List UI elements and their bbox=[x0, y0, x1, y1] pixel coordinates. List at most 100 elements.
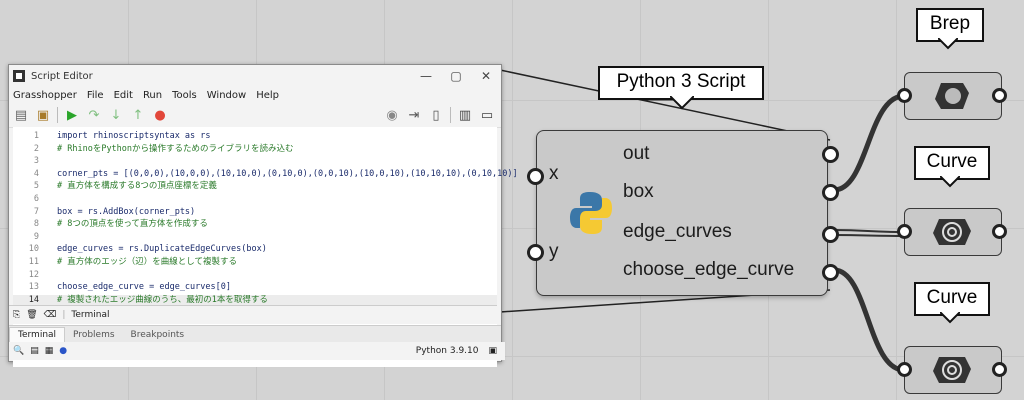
code-line[interactable]: 8 # 8つの頂点を使って直方体を作成する bbox=[13, 219, 497, 230]
curve-input-port[interactable] bbox=[897, 224, 912, 239]
line-number: 5 bbox=[33, 181, 39, 192]
script-editor-window[interactable]: Script Editor — ▢ ✕ Grasshopper File Edi… bbox=[8, 64, 518, 367]
code-text: # 8つの頂点を使って直方体を作成する bbox=[57, 219, 208, 230]
export-icon[interactable]: ▦ bbox=[45, 346, 54, 356]
menu-run[interactable]: Run bbox=[143, 90, 162, 101]
tab-breakpoints[interactable]: Breakpoints bbox=[123, 328, 193, 342]
callout-pointer bbox=[670, 96, 694, 110]
line-number: 7 bbox=[33, 206, 39, 217]
curve-icon bbox=[933, 357, 971, 383]
run-icon[interactable]: ▶ bbox=[64, 107, 80, 123]
code-text: choose_edge_curve = edge_curves[0] bbox=[57, 282, 231, 293]
code-line[interactable]: 9 bbox=[13, 232, 497, 243]
menu-file[interactable]: File bbox=[87, 90, 104, 101]
output-edge-curves-port[interactable] bbox=[822, 226, 839, 243]
input-x-port[interactable] bbox=[527, 168, 544, 185]
tab-terminal[interactable]: Terminal bbox=[9, 327, 66, 342]
line-number: 1 bbox=[33, 131, 39, 141]
code-line[interactable]: 7 box = rs.AddBox(corner_pts) bbox=[13, 207, 497, 218]
code-line[interactable]: 13 choose_edge_curve = edge_curves[0] bbox=[13, 282, 497, 293]
toolbar-divider bbox=[57, 107, 58, 123]
curve-param-component[interactable] bbox=[904, 346, 1002, 394]
brep-output-port[interactable] bbox=[992, 88, 1007, 103]
code-text: edge_curves = rs.DuplicateEdgeCurves(box… bbox=[57, 244, 267, 255]
curve-label: Curve bbox=[926, 151, 978, 172]
output-out-port[interactable] bbox=[822, 146, 839, 163]
line-number: 9 bbox=[33, 231, 39, 242]
curve-input-port[interactable] bbox=[897, 362, 912, 377]
trash-icon[interactable]: 🗑 bbox=[26, 310, 37, 320]
terminal-bar: ⎘ 🗑 ⌫ | Terminal bbox=[9, 305, 497, 324]
code-text: # 直方体を構成する8つの頂点座標を定義 bbox=[57, 181, 217, 192]
input-y-port[interactable] bbox=[527, 244, 544, 261]
menu-tools[interactable]: Tools bbox=[172, 90, 197, 101]
brep-param-component[interactable] bbox=[904, 72, 1002, 120]
preview-icon[interactable]: ◉ bbox=[384, 107, 400, 123]
output-box-port[interactable] bbox=[822, 184, 839, 201]
callout-pointer bbox=[940, 176, 960, 188]
brep-icon bbox=[935, 83, 969, 109]
minimize-button[interactable]: — bbox=[411, 69, 441, 83]
code-text: # 直方体のエッジ（辺）を曲線として複製する bbox=[57, 257, 237, 267]
sidebar-toggle-icon[interactable]: ▥ bbox=[457, 107, 473, 123]
shrink-icon[interactable]: ⇥ bbox=[406, 107, 422, 123]
code-line[interactable]: 6 bbox=[13, 194, 497, 205]
package-icon[interactable]: ▣ bbox=[35, 107, 51, 123]
stop-icon[interactable]: ● bbox=[152, 107, 168, 123]
tab-problems[interactable]: Problems bbox=[65, 328, 122, 342]
step-out-icon[interactable]: ↑ bbox=[130, 107, 146, 123]
python-logo-icon bbox=[570, 192, 612, 234]
code-line[interactable]: 2 # RhinoをPythonから操作するためのライブラリを読み込む bbox=[13, 144, 497, 155]
step-into-icon[interactable]: ↓ bbox=[108, 107, 124, 123]
panel-toggle-icon[interactable]: ▭ bbox=[479, 107, 495, 123]
curve-output-port[interactable] bbox=[992, 224, 1007, 239]
toolbar-divider bbox=[450, 107, 451, 123]
line-number: 13 bbox=[28, 282, 39, 293]
step-over-icon[interactable]: ↷ bbox=[86, 107, 102, 123]
search-icon[interactable]: 🔍 bbox=[13, 346, 24, 356]
curve-callout: Curve bbox=[914, 146, 990, 180]
code-line[interactable]: 11 # 直方体のエッジ（辺）を曲線として複製する bbox=[13, 257, 497, 268]
code-line[interactable]: 5 # 直方体を構成する8つの頂点座標を定義 bbox=[13, 181, 497, 192]
save-icon[interactable]: ▤ bbox=[13, 107, 29, 123]
maximize-button[interactable]: ▢ bbox=[441, 69, 471, 83]
terminal-label: Terminal bbox=[71, 310, 110, 320]
code-line[interactable]: 10 edge_curves = rs.DuplicateEdgeCurves(b… bbox=[13, 244, 497, 255]
menu-grasshopper[interactable]: Grasshopper bbox=[13, 90, 77, 101]
line-number: 6 bbox=[33, 194, 39, 204]
code-text: corner_pts = [(0,0,0),(10,0,0),(10,10,0)… bbox=[57, 168, 518, 179]
curve-output-port[interactable] bbox=[992, 362, 1007, 377]
curve-icon bbox=[933, 219, 971, 245]
title-bar[interactable]: Script Editor — ▢ ✕ bbox=[9, 65, 501, 87]
code-text: # RhinoをPythonから操作するためのライブラリを読み込む bbox=[57, 143, 294, 154]
input-x-label: x bbox=[549, 163, 559, 184]
menu-help[interactable]: Help bbox=[256, 90, 279, 101]
output-out-label: out bbox=[623, 143, 650, 164]
code-line[interactable]: 4 corner_pts = [(0,0,0),(10,0,0),(10,10,0… bbox=[13, 168, 518, 180]
help-icon[interactable]: ● bbox=[59, 346, 67, 356]
code-line[interactable]: 3 bbox=[13, 156, 497, 167]
brep-input-port[interactable] bbox=[897, 88, 912, 103]
code-line[interactable]: 1 import rhinoscriptsyntax as rs bbox=[13, 131, 497, 142]
file-icon[interactable]: ▤ bbox=[30, 346, 39, 356]
output-edge-curves-label: edge_curves bbox=[623, 221, 732, 242]
code-line[interactable]: 12 bbox=[13, 270, 497, 281]
copy-icon[interactable]: ⎘ bbox=[13, 310, 20, 320]
grasshopper-canvas[interactable]: Script Editor — ▢ ✕ Grasshopper File Edi… bbox=[0, 0, 1024, 400]
document-icon[interactable]: ▯ bbox=[428, 107, 444, 123]
line-number: 4 bbox=[33, 168, 39, 179]
output-box-label: box bbox=[623, 181, 654, 202]
code-text: import rhinoscriptsyntax as rs bbox=[57, 131, 211, 141]
close-button[interactable]: ✕ bbox=[471, 69, 501, 83]
menu-edit[interactable]: Edit bbox=[114, 90, 133, 101]
curve-param-component[interactable] bbox=[904, 208, 1002, 256]
python-version: Python 3.9.10 bbox=[415, 346, 479, 356]
output-choose-edge-curve-port[interactable] bbox=[822, 264, 839, 281]
code-text: box = rs.AddBox(corner_pts) bbox=[57, 206, 196, 217]
calendar-icon[interactable]: ▣ bbox=[488, 346, 497, 356]
menu-window[interactable]: Window bbox=[207, 90, 246, 101]
line-number: 10 bbox=[28, 244, 39, 255]
clear-icon[interactable]: ⌫ bbox=[44, 310, 57, 320]
bottom-tabs: Terminal Problems Breakpoints bbox=[9, 325, 501, 342]
menu-bar: Grasshopper File Edit Run Tools Window H… bbox=[9, 87, 501, 103]
